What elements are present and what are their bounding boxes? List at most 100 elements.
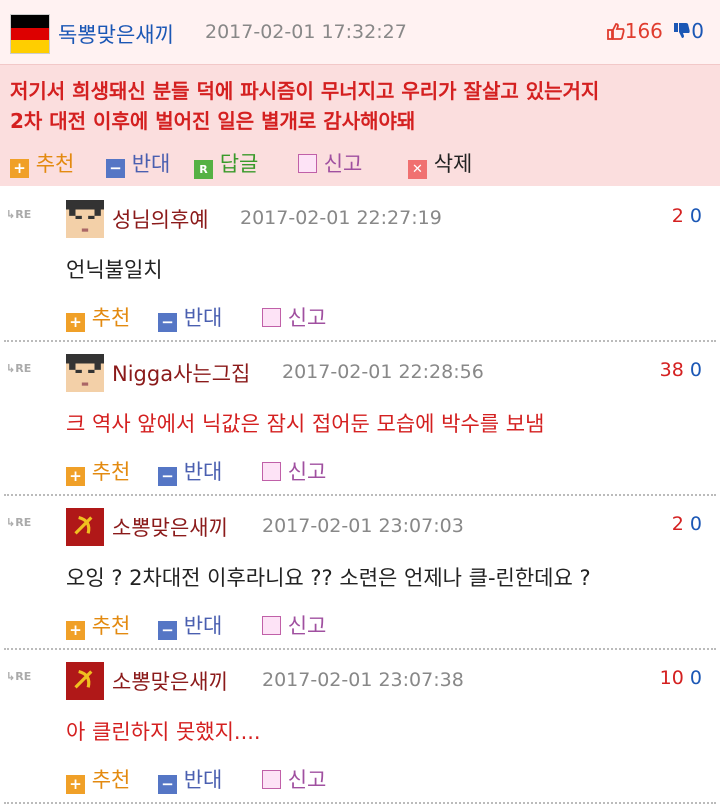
post-body: 저기서 희생돼신 분들 덕에 파시즘이 무너지고 우리가 잘살고 있는거지 2차…: [10, 76, 710, 136]
comment-votes: 10 0: [660, 667, 702, 689]
report-label: 신고: [287, 460, 327, 484]
soviet-flag-avatar[interactable]: [66, 508, 104, 546]
plus-icon: +: [66, 775, 85, 794]
soviet-flag-avatar[interactable]: [66, 662, 104, 700]
reply-arrow-icon: ↳RE: [6, 362, 32, 375]
comment-down-count: 0: [689, 513, 702, 535]
post-timestamp: 2017-02-01 17:32:27: [205, 21, 407, 43]
comment-text: 오잉 ? 2차대전 이후라니요 ?? 소련은 언제나 클-린한데요 ?: [66, 566, 591, 590]
recommend-label: 추천: [35, 152, 75, 176]
report-icon: [262, 616, 281, 635]
comment-up-count: 2: [671, 205, 684, 227]
comment-author[interactable]: 성님의후예: [112, 204, 209, 234]
report-button[interactable]: 신고: [262, 764, 326, 792]
recommend-label: 추천: [91, 614, 131, 638]
comment-text: 크 역사 앞에서 닉값은 잠시 접어둔 모습에 박수를 보냄: [66, 412, 545, 436]
comment-votes: 38 0: [660, 359, 702, 381]
post-body-line: 2차 대전 이후에 벌어진 일은 별개로 감사해야돼: [10, 109, 416, 133]
oppose-button[interactable]: − 반대: [158, 456, 223, 486]
recommend-label: 추천: [91, 768, 131, 792]
report-label: 신고: [287, 768, 327, 792]
comment-text: 언닉불일치: [66, 258, 163, 282]
recommend-button[interactable]: + 추천: [66, 456, 131, 486]
recommend-label: 추천: [91, 306, 131, 330]
minus-icon: −: [158, 621, 177, 640]
comment-down-count: 0: [689, 667, 702, 689]
post-votes: 166 0: [606, 19, 704, 43]
report-button[interactable]: 신고: [298, 148, 362, 176]
pixel-face-avatar[interactable]: [66, 200, 104, 238]
oppose-button[interactable]: − 반대: [158, 764, 223, 794]
comment-author[interactable]: 소뽕맞은새끼: [112, 512, 228, 542]
report-icon: [262, 308, 281, 327]
comment: ↳RE 성님의후예 2017-02-01 22:27:19 2 0 언닉불일치 …: [0, 188, 720, 342]
oppose-button[interactable]: − 반대: [158, 610, 223, 640]
comment-timestamp: 2017-02-01 23:07:38: [262, 669, 464, 691]
post-dislike-count: 0: [691, 19, 704, 43]
minus-icon: −: [106, 159, 125, 178]
thumbs-up-icon[interactable]: [606, 22, 625, 40]
comment: ↳RE 소뽕맞은새끼 2017-02-01 23:07:03 2 0 오잉 ? …: [0, 496, 720, 650]
comment-timestamp: 2017-02-01 22:27:19: [240, 207, 442, 229]
comment-up-count: 2: [671, 513, 684, 535]
comment-timestamp: 2017-02-01 22:28:56: [282, 361, 484, 383]
comment-down-count: 0: [689, 205, 702, 227]
post-header: 독뽕맞은새끼 2017-02-01 17:32:27 166 0: [0, 0, 720, 65]
recommend-button[interactable]: + 추천: [10, 148, 75, 178]
reply-icon: R: [194, 160, 213, 179]
report-label: 신고: [287, 306, 327, 330]
thumbs-down-icon[interactable]: [673, 22, 691, 40]
post-body-line: 저기서 희생돼신 분들 덕에 파시즘이 무너지고 우리가 잘살고 있는거지: [10, 79, 600, 103]
oppose-label: 반대: [183, 614, 223, 638]
comment-timestamp: 2017-02-01 23:07:03: [262, 515, 464, 537]
oppose-button[interactable]: − 반대: [158, 302, 222, 332]
comment-up-count: 38: [659, 359, 684, 381]
germany-flag-icon: [10, 14, 50, 54]
post-author[interactable]: 독뽕맞은새끼: [58, 19, 174, 49]
recommend-button[interactable]: + 추천: [66, 610, 131, 640]
reply-label: 답글: [219, 152, 259, 176]
report-icon: [298, 154, 317, 173]
oppose-button[interactable]: − 반대: [106, 148, 171, 178]
comment-votes: 2 0: [672, 205, 702, 227]
post-like-count: 166: [624, 19, 663, 43]
report-button[interactable]: 신고: [262, 610, 326, 638]
comment-up-count: 10: [659, 667, 684, 689]
report-icon: [262, 462, 281, 481]
report-icon: [262, 770, 281, 789]
recommend-button[interactable]: + 추천: [66, 302, 131, 332]
oppose-label: 반대: [131, 152, 171, 176]
comment-down-count: 0: [689, 359, 702, 381]
plus-icon: +: [66, 621, 85, 640]
comment: ↳RE Nigga사는그집 2017-02-01 22:28:56 38 0 크…: [0, 342, 720, 496]
plus-icon: +: [66, 467, 85, 486]
comment: ↳RE 소뽕맞은새끼 2017-02-01 23:07:38 10 0 아 클린…: [0, 650, 720, 804]
minus-icon: −: [158, 467, 177, 486]
report-button[interactable]: 신고: [262, 302, 326, 330]
reply-arrow-icon: ↳RE: [6, 670, 32, 683]
plus-icon: +: [66, 313, 85, 332]
delete-icon: ✕: [408, 160, 427, 179]
comment-author[interactable]: Nigga사는그집: [112, 358, 250, 388]
report-label: 신고: [287, 614, 327, 638]
recommend-label: 추천: [91, 460, 131, 484]
reply-arrow-icon: ↳RE: [6, 208, 32, 221]
delete-button[interactable]: ✕ 삭제: [408, 148, 473, 179]
minus-icon: −: [158, 313, 177, 332]
reply-button[interactable]: R 답글: [194, 148, 259, 179]
main-post: 독뽕맞은새끼 2017-02-01 17:32:27 166 0 저기서 희생돼…: [0, 0, 720, 186]
reply-arrow-icon: ↳RE: [6, 516, 32, 529]
minus-icon: −: [158, 775, 177, 794]
recommend-button[interactable]: + 추천: [66, 764, 131, 794]
oppose-label: 반대: [183, 460, 223, 484]
pixel-face-avatar[interactable]: [66, 354, 104, 392]
delete-label: 삭제: [433, 152, 473, 176]
report-button[interactable]: 신고: [262, 456, 326, 484]
comment-text: 아 클린하지 못했지....: [66, 720, 261, 744]
oppose-label: 반대: [183, 768, 223, 792]
report-label: 신고: [323, 152, 363, 176]
comment-votes: 2 0: [672, 513, 702, 535]
comment-author[interactable]: 소뽕맞은새끼: [112, 666, 228, 696]
plus-icon: +: [10, 159, 29, 178]
comment-divider: [4, 802, 716, 804]
